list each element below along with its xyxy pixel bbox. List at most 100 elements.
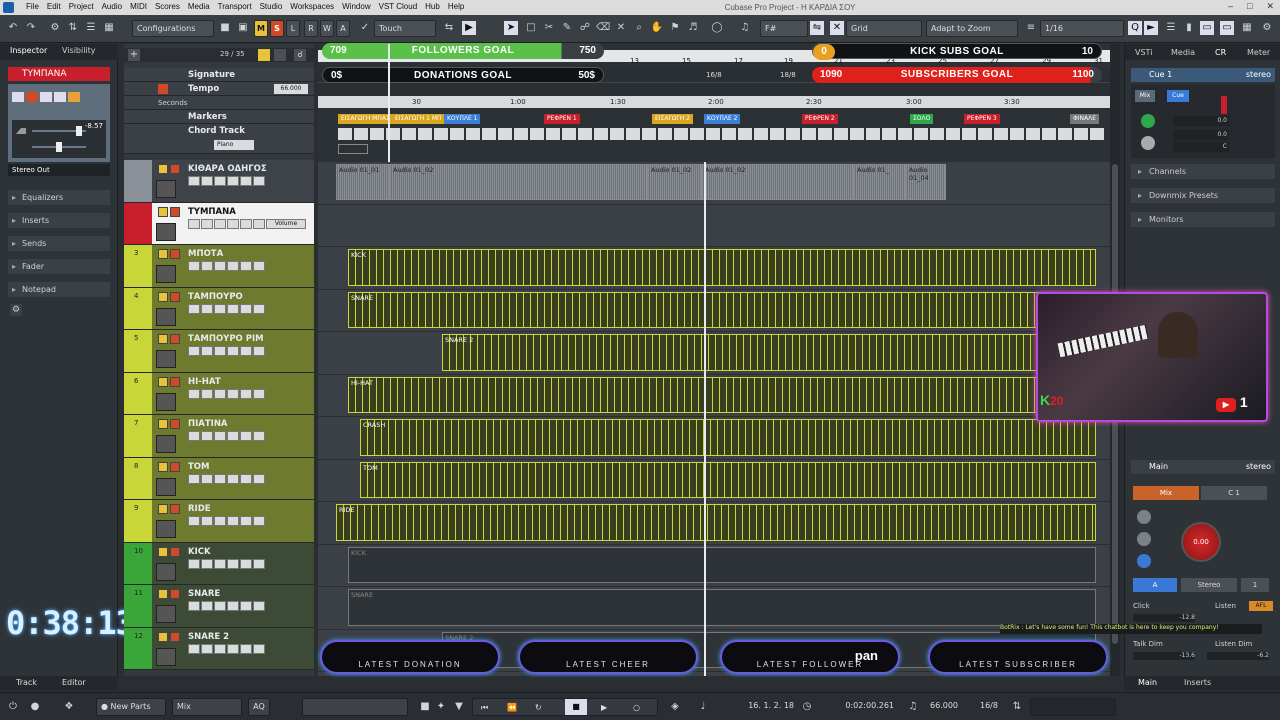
auto-scroll-icon[interactable]: ⇆ [442, 21, 456, 35]
write-automation-button[interactable]: W [320, 20, 334, 37]
write-button[interactable] [253, 176, 265, 186]
tempo-display[interactable]: 66.000 [926, 698, 970, 716]
edit-button[interactable] [214, 431, 226, 441]
inspector-section-notepad[interactable]: Notepad [8, 282, 110, 297]
menu-0[interactable]: File [26, 2, 39, 11]
track-picture[interactable] [156, 392, 176, 411]
track-lane[interactable]: KICK [318, 247, 1110, 290]
read-button[interactable] [240, 346, 252, 356]
chord-event-box[interactable] [338, 144, 368, 154]
chord-instrument-field[interactable]: Piano [214, 140, 254, 150]
write-button[interactable] [253, 261, 265, 271]
main-ref-icon[interactable] [1137, 532, 1151, 546]
iterative-quantize-icon[interactable]: ► [1144, 21, 1158, 35]
track-solo-button[interactable] [170, 291, 180, 302]
menu-3[interactable]: Audio [102, 2, 122, 11]
track-mute-button[interactable] [158, 291, 168, 302]
track-name[interactable]: KICK [188, 547, 211, 557]
track-mute-button[interactable] [158, 631, 168, 642]
tab-meter[interactable]: Meter [1247, 48, 1270, 57]
auto-quantize-button[interactable]: AQ [248, 698, 270, 716]
tab-vsti[interactable]: VSTi [1135, 48, 1152, 57]
track-name[interactable]: ΤΑΜΠΟΥΡΟ [188, 292, 243, 302]
marker-nav-icon[interactable]: ◈ [668, 700, 682, 714]
marker-event[interactable]: ΚΟΥΠΛΕ 2 [704, 114, 741, 124]
record-enable-button[interactable] [188, 218, 200, 229]
position-display[interactable]: 16. 1. 2. 18 [712, 698, 798, 716]
track-header[interactable]: 4 ΤΑΜΠΟΥΡΟ [124, 287, 314, 330]
mixer-icon[interactable]: ☰ [84, 21, 98, 35]
right-zone-icon[interactable]: ▭ [1220, 21, 1234, 35]
menu-12[interactable]: Hub [425, 2, 440, 11]
monitor-button[interactable] [201, 388, 213, 399]
write-button[interactable] [253, 346, 265, 356]
automation-mode-dropdown[interactable]: Touch [374, 20, 436, 37]
signature-event[interactable]: 18/8 [780, 71, 796, 79]
sync-icon[interactable]: ⇅ [1010, 700, 1024, 714]
track-solo-button[interactable] [170, 631, 180, 642]
track-mute-button[interactable] [158, 419, 168, 429]
cue-value-2[interactable]: 0.0 [1173, 130, 1229, 140]
audio-event[interactable]: Audio 01_ [854, 164, 906, 200]
write-button[interactable] [253, 388, 265, 399]
lock-button[interactable] [227, 388, 239, 399]
lock-button[interactable] [227, 431, 239, 441]
tab-editor[interactable]: Editor [62, 678, 86, 687]
read-button[interactable] [240, 431, 252, 441]
track-mute-button[interactable] [158, 504, 168, 514]
marker-track-header[interactable]: Markers [124, 110, 314, 124]
track-solo-button[interactable] [170, 249, 180, 259]
track-picture[interactable] [156, 350, 176, 368]
track-name[interactable]: RIDE [188, 504, 211, 514]
track-solo-button[interactable] [170, 206, 180, 217]
tab-main[interactable]: Main [1138, 678, 1157, 687]
monitor-button[interactable] [201, 601, 213, 611]
lower-zone-icon[interactable]: ☰ [1164, 21, 1178, 35]
time-display[interactable]: 0:02:00.261 [814, 698, 898, 716]
click-level[interactable]: -12.8 [1133, 614, 1195, 622]
track-name[interactable]: ΤΥΜΠΑΝΑ [188, 207, 236, 217]
inspector-read-button[interactable] [40, 92, 52, 102]
read-button[interactable] [240, 303, 252, 314]
audio-event[interactable]: Audio 01_02 [648, 164, 702, 200]
inspector-mute-button[interactable] [12, 92, 24, 102]
track-solo-button[interactable] [170, 164, 180, 174]
play-icon[interactable]: ▶ [601, 700, 607, 716]
redo-icon[interactable]: ↷ [24, 21, 38, 35]
monitor-button[interactable] [201, 261, 213, 271]
track-header[interactable]: 6 HI-HAT [124, 372, 314, 415]
settings-gear-icon[interactable]: ⚙ [1260, 21, 1274, 35]
marker-event[interactable]: ΡΕΦΡΕΝ 3 [964, 114, 1000, 124]
track-mute-button[interactable] [158, 334, 168, 344]
minimize-icon[interactable]: – [1228, 1, 1233, 12]
write-button[interactable] [253, 303, 265, 314]
main-a-button[interactable]: A [1133, 578, 1177, 592]
track-lane[interactable]: SNARE [318, 587, 1110, 630]
record-enable-button[interactable] [188, 346, 200, 356]
track-lane[interactable]: RIDE [318, 502, 1110, 545]
lock-button[interactable] [227, 601, 239, 611]
tab-visibility[interactable]: Visibility [62, 46, 96, 55]
add-track-icon[interactable]: + [128, 49, 140, 61]
drum-event[interactable]: KICK [348, 546, 1096, 583]
key-dropdown[interactable]: F# [760, 20, 808, 37]
signature-track-header[interactable]: Signature [124, 68, 314, 82]
marker-event[interactable]: ΚΟΥΠΛΕ 1 [444, 114, 481, 124]
snap-type-dropdown[interactable]: Grid [846, 20, 922, 37]
main-dim-icon[interactable] [1137, 510, 1151, 524]
monitor-button[interactable] [201, 303, 213, 314]
track-list-mute-icon[interactable] [258, 49, 270, 61]
edit-button[interactable] [214, 473, 226, 484]
inspector-toggle-icon[interactable]: ▭ [1200, 21, 1214, 35]
tempo-icon[interactable]: ♫ [906, 700, 920, 714]
record-mode-icon[interactable]: ● [28, 700, 42, 714]
drum-event[interactable]: SNARE 2 [442, 334, 1096, 371]
lock-button[interactable] [227, 516, 239, 526]
output-routing[interactable]: Stereo Out [8, 164, 110, 176]
automation-a-button[interactable]: A [336, 20, 350, 37]
inspector-write-button[interactable] [54, 92, 66, 102]
track-header[interactable]: 7 ΠΙΑΤΙΝΑ [124, 415, 314, 458]
track-header[interactable]: 3 ΜΠΟΤΑ [124, 245, 314, 288]
split-tool-icon[interactable]: ✂ [542, 21, 556, 35]
track-lane[interactable]: CRASH [318, 417, 1110, 460]
